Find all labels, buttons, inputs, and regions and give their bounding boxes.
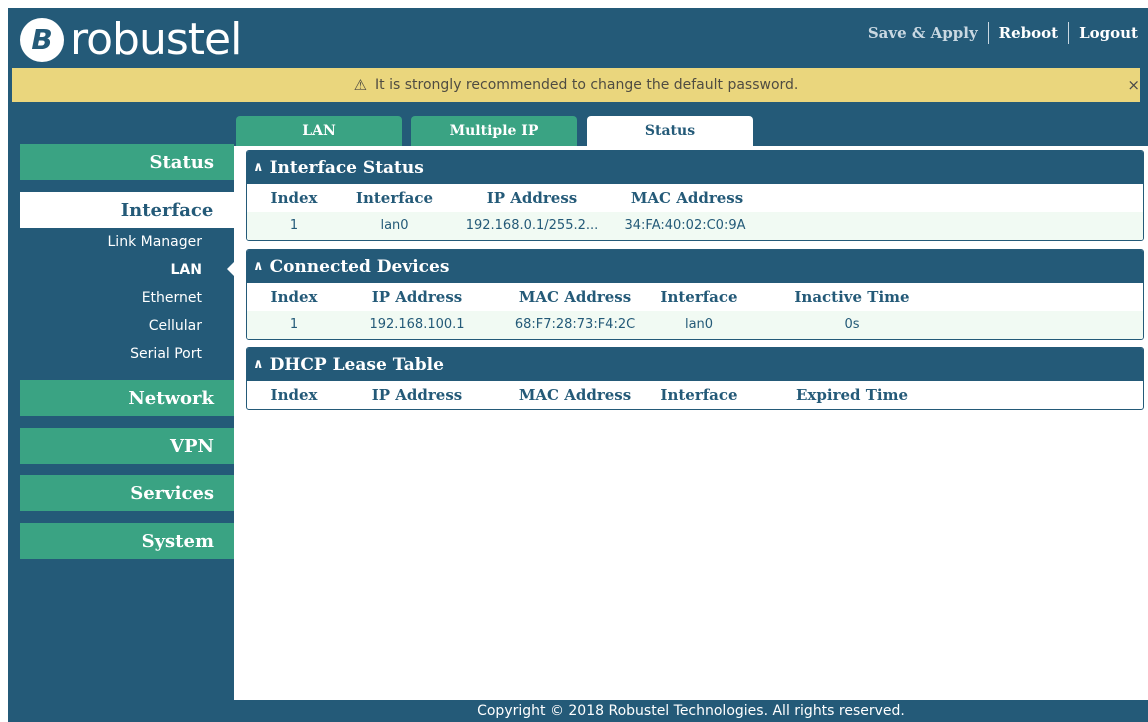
table-cell: 192.168.100.1 (369, 317, 465, 332)
save-apply-link[interactable]: Save & Apply (858, 24, 988, 42)
table-cell: 1 (289, 218, 299, 233)
top-nav: Save & Apply Reboot Logout (858, 22, 1148, 44)
sidebar-subitem-link-manager[interactable]: Link Manager (108, 234, 203, 250)
dhcp-lease-table-panel: ∧ DHCP Lease Table Index IP Address MAC … (246, 347, 1144, 410)
table-cell: 0s (844, 317, 860, 332)
active-subitem-pointer (227, 261, 235, 277)
column-header: MAC Address (518, 288, 632, 306)
chevron-up-icon: ∧ (253, 160, 264, 175)
warning-icon: ⚠ (353, 76, 368, 94)
sidebar-item-interface[interactable]: Interface (20, 192, 234, 228)
column-header: Interface (660, 288, 738, 306)
sidebar-item-status[interactable]: Status (20, 144, 234, 180)
interface-status-header[interactable]: ∧ Interface Status (247, 151, 1143, 184)
table-cell: 1 (289, 317, 299, 332)
column-header: MAC Address (630, 189, 744, 207)
sidebar-subitem-lan[interactable]: LAN (171, 262, 202, 278)
password-warning-banner: ⚠ It is strongly recommended to change t… (12, 68, 1140, 102)
column-header: MAC Address (518, 386, 632, 404)
table-header-row: Index Interface IP Address MAC Address (247, 184, 1143, 212)
table-row: 1 192.168.100.1 68:F7:28:73:F4:2C lan0 0… (247, 311, 1143, 339)
tab-multiple-ip[interactable]: Multiple IP (411, 116, 577, 146)
sidebar-item-system[interactable]: System (20, 523, 234, 559)
robustel-logo: B robustel (20, 14, 242, 66)
column-header: Interface (660, 386, 738, 404)
panel-title: DHCP Lease Table (269, 354, 444, 375)
logo-mark-icon: B (20, 18, 64, 62)
column-header: IP Address (371, 288, 463, 306)
dhcp-lease-table-header[interactable]: ∧ DHCP Lease Table (247, 348, 1143, 381)
sidebar-item-network[interactable]: Network (20, 380, 234, 416)
column-header: Index (270, 189, 318, 207)
chevron-up-icon: ∧ (253, 357, 264, 372)
column-header: Index (270, 386, 318, 404)
table-cell: 34:FA:40:02:C0:9A (624, 218, 746, 233)
panel-title: Interface Status (269, 157, 424, 178)
logo-text: robustel (70, 14, 242, 65)
sidebar-item-services[interactable]: Services (20, 475, 234, 511)
footer: Copyright © 2018 Robustel Technologies. … (234, 700, 1148, 722)
column-header: Index (270, 288, 318, 306)
warning-text: It is strongly recommended to change the… (375, 77, 799, 93)
table-cell: lan0 (684, 317, 714, 332)
sidebar-item-vpn[interactable]: VPN (20, 428, 234, 464)
sidebar-subitem-cellular[interactable]: Cellular (149, 318, 202, 334)
table-header-row: Index IP Address MAC Address Interface I… (247, 283, 1143, 311)
table-row: 1 lan0 192.168.0.1/255.2... 34:FA:40:02:… (247, 212, 1143, 240)
table-cell: 68:F7:28:73:F4:2C (514, 317, 636, 332)
connected-devices-panel: ∧ Connected Devices Index IP Address MAC… (246, 249, 1144, 340)
table-cell: 192.168.0.1/255.2... (465, 218, 599, 233)
copyright-text: Copyright © 2018 Robustel Technologies. … (477, 703, 905, 719)
column-header: IP Address (486, 189, 578, 207)
tab-status[interactable]: Status (587, 116, 753, 146)
column-header: Expired Time (796, 386, 908, 404)
sidebar-subitem-serial-port[interactable]: Serial Port (130, 346, 202, 362)
table-header-row: Index IP Address MAC Address Interface E… (247, 381, 1143, 409)
column-header: Inactive Time (794, 288, 910, 306)
sidebar-subitem-ethernet[interactable]: Ethernet (142, 290, 202, 306)
connected-devices-header[interactable]: ∧ Connected Devices (247, 250, 1143, 283)
tab-lan[interactable]: LAN (236, 116, 402, 146)
interface-status-panel: ∧ Interface Status Index Interface IP Ad… (246, 150, 1144, 241)
column-header: Interface (355, 189, 434, 207)
chevron-up-icon: ∧ (253, 259, 264, 274)
close-icon[interactable]: × (1127, 76, 1140, 94)
tab-bar: LAN Multiple IP Status (234, 116, 1148, 146)
column-header: IP Address (371, 386, 463, 404)
table-cell: lan0 (380, 218, 409, 233)
logout-link[interactable]: Logout (1069, 24, 1148, 42)
reboot-link[interactable]: Reboot (989, 24, 1068, 42)
panel-title: Connected Devices (269, 256, 450, 277)
